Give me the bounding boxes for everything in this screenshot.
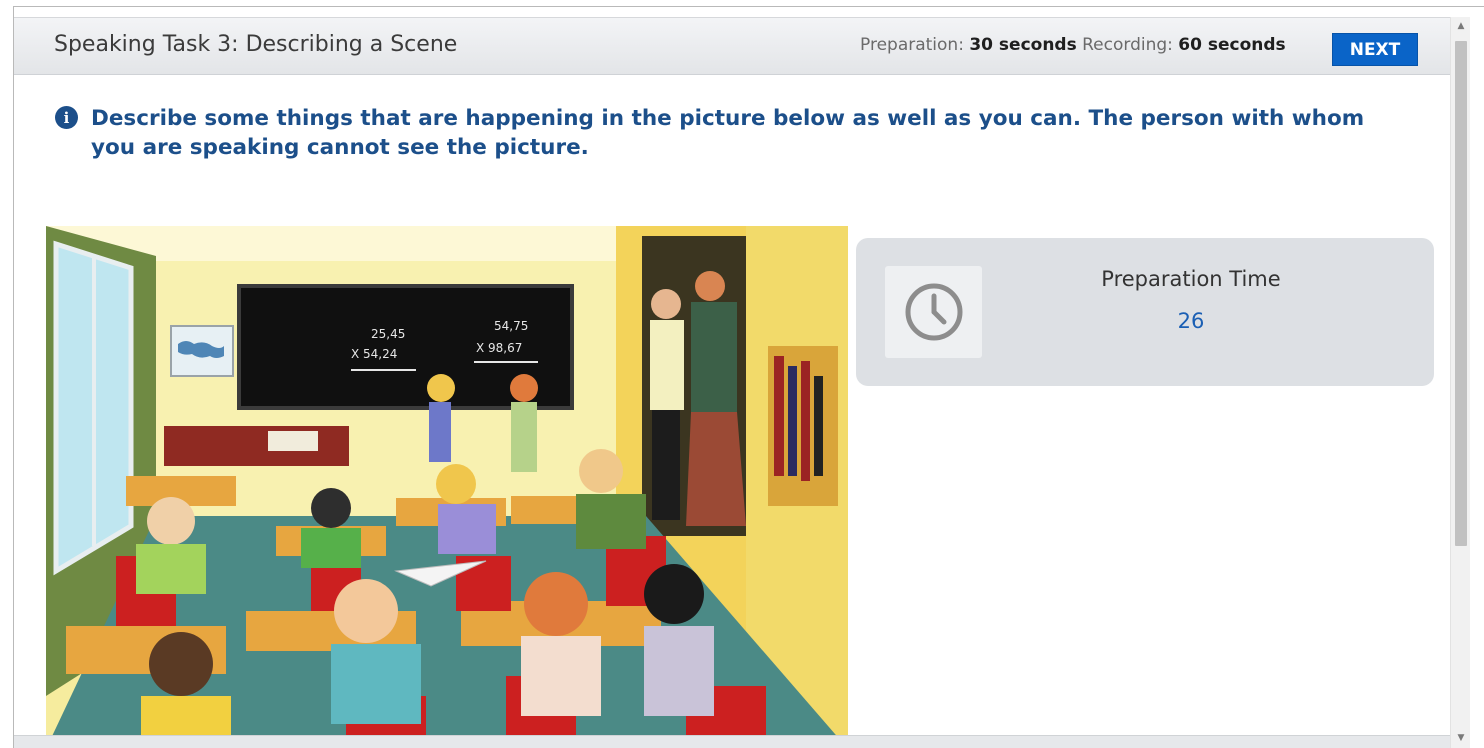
scroll-up-icon[interactable]: ▲ (1451, 17, 1471, 35)
scene-picture: 25,45 X 54,24 54,75 X 98,67 (46, 226, 848, 748)
preparation-time-value: 26 (1177, 309, 1205, 333)
scroll-down-icon[interactable]: ▼ (1451, 729, 1471, 747)
clock-icon-box (885, 266, 982, 358)
recording-duration: 60 seconds (1178, 35, 1286, 55)
next-button[interactable]: NEXT (1332, 33, 1418, 66)
page-title: Speaking Task 3: Describing a Scene (54, 32, 458, 57)
clock-icon (905, 283, 962, 341)
preparation-label: Preparation: (860, 35, 964, 55)
task-window: Speaking Task 3: Describing a Scene Prep… (13, 6, 1484, 748)
recording-label: Recording: (1082, 35, 1173, 55)
preparation-duration: 30 seconds (969, 35, 1077, 55)
board-equation-right-bottom: X 98,67 (476, 341, 522, 355)
task-header: Speaking Task 3: Describing a Scene Prep… (14, 17, 1450, 75)
board-equation-left-top: 25,45 (371, 327, 405, 341)
timing-info: Preparation: 30 seconds Recording: 60 se… (860, 35, 1286, 55)
vertical-scrollbar[interactable]: ▲ ▼ (1450, 17, 1470, 748)
preparation-timer-panel: Preparation Time 26 (856, 238, 1434, 386)
board-equation-left-bottom: X 54,24 (351, 347, 397, 361)
info-icon: i (55, 106, 78, 129)
board-equation-right-top: 54,75 (494, 319, 528, 333)
instruction: i Describe some things that are happenin… (55, 104, 1395, 162)
scrollbar-thumb[interactable] (1455, 41, 1467, 546)
instruction-text: Describe some things that are happening … (91, 106, 1365, 160)
footer-bar (14, 735, 1450, 748)
preparation-time-label: Preparation Time (1101, 267, 1281, 291)
